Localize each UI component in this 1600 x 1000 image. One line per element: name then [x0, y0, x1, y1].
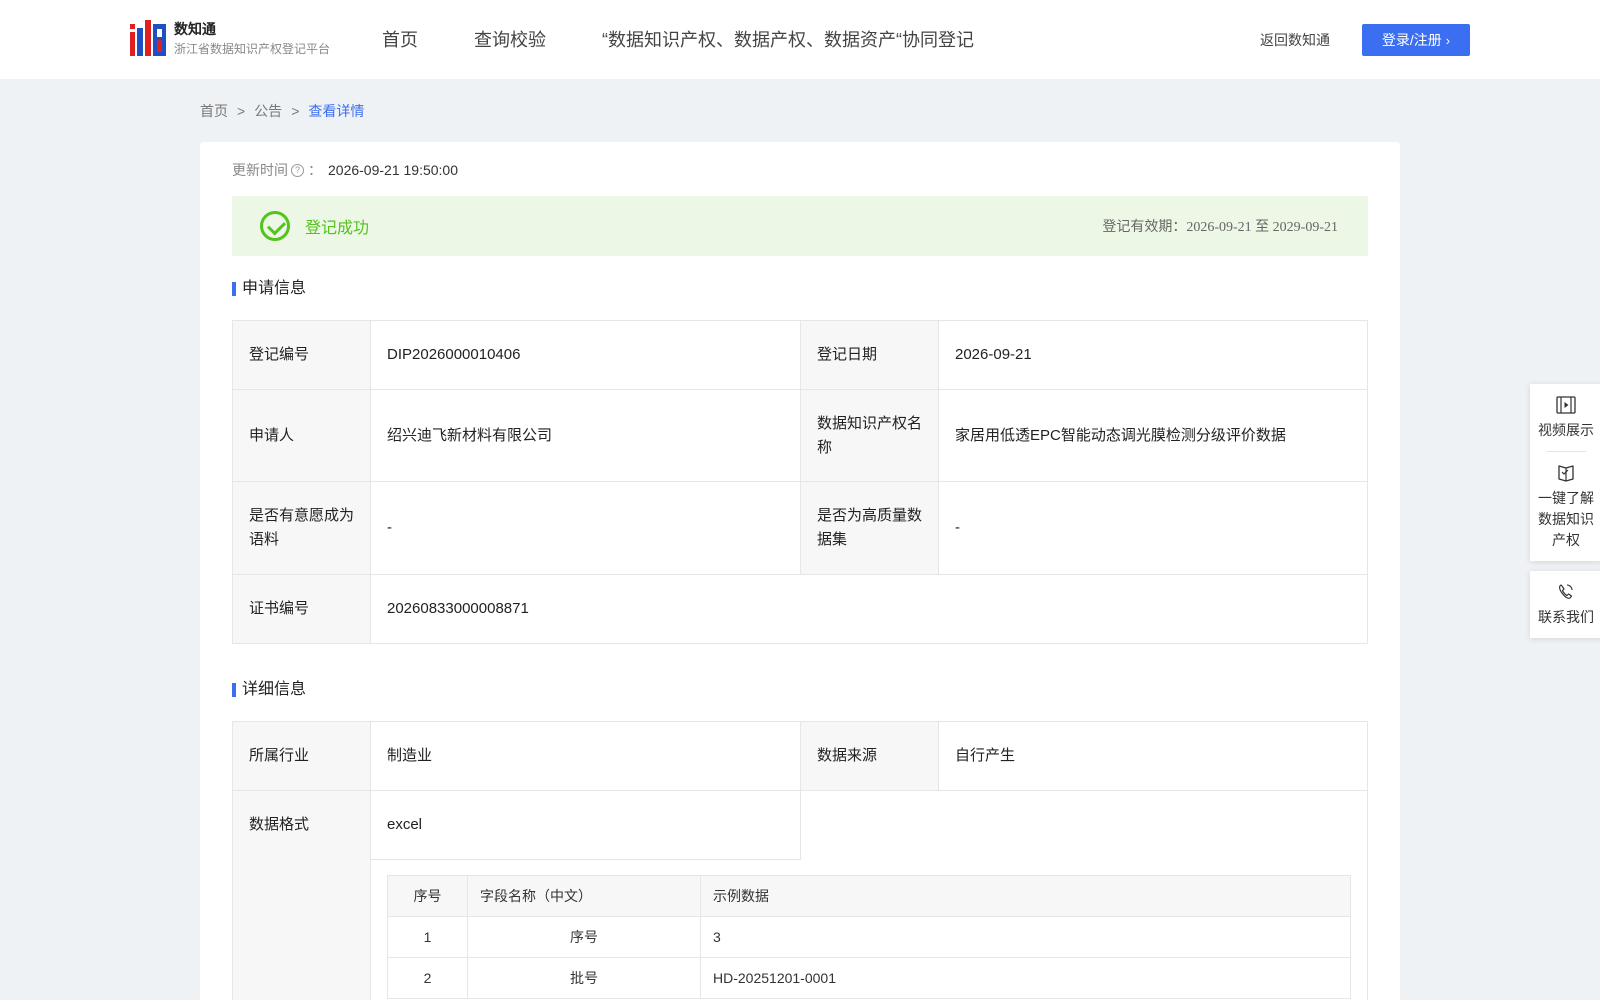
apply-info-title: 申请信息: [232, 278, 306, 300]
high-quality-value: -: [938, 481, 1368, 575]
fields-section: 序号 字段名称（中文） 示例数据 1 序号 3 2 批号 HD-20251201…: [232, 859, 1368, 1000]
applicant-value: 绍兴迪飞新材料有限公司: [370, 389, 801, 482]
cert-no-label: 证书编号: [232, 574, 371, 644]
login-register-button[interactable]: 登录/注册 ›: [1362, 24, 1470, 56]
cell-sample: 3: [700, 916, 1351, 958]
video-display-button[interactable]: 视频展示: [1530, 384, 1600, 451]
reg-date-value: 2026-09-21: [938, 320, 1368, 390]
table-row: 1 序号 3: [387, 916, 1351, 958]
question-icon[interactable]: ?: [291, 163, 304, 177]
empty-cell: [800, 790, 1368, 860]
book-icon: [1558, 465, 1574, 482]
contact-us-label: 联系我们: [1538, 609, 1594, 625]
reg-no-label: 登记编号: [232, 320, 371, 390]
col-header-sample: 示例数据: [700, 875, 1351, 917]
fields-label-cell: [232, 859, 371, 1000]
update-time-row: 更新时间 ? ： 2026-09-21 19:50:00: [232, 160, 458, 180]
data-source-value: 自行产生: [938, 721, 1368, 791]
table-row: 是否有意愿成为语料 - 是否为高质量数据集 -: [232, 481, 1368, 575]
validity-period: 登记有效期：2026-09-21 至 2029-09-21: [1102, 220, 1338, 235]
nav-home[interactable]: 首页: [382, 26, 418, 54]
learn-ip-label: 一键了解数据知识产权: [1538, 490, 1594, 548]
col-header-field-name: 字段名称（中文）: [467, 875, 701, 917]
corpus-label: 是否有意愿成为语料: [232, 481, 371, 575]
breadcrumb-separator: >: [237, 103, 246, 119]
reg-date-label: 登记日期: [800, 320, 939, 390]
logo-icon: [130, 20, 166, 58]
ip-name-label: 数据知识产权名称: [800, 389, 939, 482]
detail-card: 更新时间 ? ： 2026-09-21 19:50:00 登记成功 登记有效期：…: [200, 142, 1400, 1000]
high-quality-label: 是否为高质量数据集: [800, 481, 939, 575]
detail-info-title: 详细信息: [232, 679, 306, 701]
breadcrumb-separator: >: [291, 103, 300, 119]
top-header: 数知通 浙江省数据知识产权登记平台 首页 查询校验 “数据知识产权、数据产权、数…: [0, 0, 1600, 79]
check-circle-icon: [260, 211, 290, 241]
breadcrumb: 首页 > 公告 > 查看详情: [200, 101, 364, 121]
float-group-main: 视频展示 一键了解数据知识产权: [1530, 384, 1600, 561]
status-banner: 登记成功 登记有效期：2026-09-21 至 2029-09-21: [232, 196, 1368, 256]
float-group-contact: 联系我们: [1530, 571, 1600, 638]
contact-us-button[interactable]: 联系我们: [1530, 571, 1600, 638]
phone-icon: [1559, 584, 1573, 599]
fields-header-row: 序号 字段名称（中文） 示例数据: [387, 875, 1351, 917]
data-format-value: excel: [370, 790, 801, 860]
cell-index: 1: [387, 916, 468, 958]
ip-name-value: 家居用低透EPC智能动态调光膜检测分级评价数据: [938, 389, 1368, 482]
breadcrumb-current: 查看详情: [308, 103, 365, 119]
table-row: 2 批号 HD-20251201-0001: [387, 957, 1351, 999]
industry-value: 制造业: [370, 721, 801, 791]
industry-label: 所属行业: [232, 721, 371, 791]
breadcrumb-home[interactable]: 首页: [200, 101, 228, 121]
nav-joint-registration[interactable]: “数据知识产权、数据产权、数据资产“协同登记: [602, 26, 974, 54]
table-row: 数据格式 excel: [232, 790, 1368, 860]
data-source-label: 数据来源: [800, 721, 939, 791]
learn-ip-button[interactable]: 一键了解数据知识产权: [1530, 452, 1600, 561]
video-display-label: 视频展示: [1538, 422, 1594, 438]
cell-index: 2: [387, 957, 468, 999]
col-header-index: 序号: [387, 875, 468, 917]
table-row: 申请人 绍兴迪飞新材料有限公司 数据知识产权名称 家居用低透EPC智能动态调光膜…: [232, 389, 1368, 482]
table-row: 登记编号 DIP2026000010406 登记日期 2026-09-21: [232, 320, 1368, 390]
apply-info-table: 登记编号 DIP2026000010406 登记日期 2026-09-21 申请…: [232, 320, 1368, 644]
table-row: 所属行业 制造业 数据来源 自行产生: [232, 721, 1368, 791]
cell-field-name: 序号: [467, 916, 701, 958]
corpus-value: -: [370, 481, 801, 575]
cell-field-name: 批号: [467, 957, 701, 999]
detail-info-table: 所属行业 制造业 数据来源 自行产生 数据格式 excel: [232, 721, 1368, 860]
data-format-label: 数据格式: [232, 790, 371, 860]
cert-no-value: 20260833000008871: [370, 574, 1368, 644]
fields-table: 序号 字段名称（中文） 示例数据 1 序号 3 2 批号 HD-20251201…: [387, 875, 1351, 999]
update-time-value: 2026-09-21 19:50:00: [328, 162, 458, 178]
site-logo[interactable]: 数知通 浙江省数据知识产权登记平台: [130, 20, 330, 58]
main-nav: 首页 查询校验 “数据知识产权、数据产权、数据资产“协同登记: [382, 26, 1030, 54]
reg-no-value: DIP2026000010406: [370, 320, 801, 390]
floating-side-panel: 视频展示 一键了解数据知识产权 联系我们: [1530, 384, 1600, 648]
breadcrumb-notice[interactable]: 公告: [254, 101, 282, 121]
cell-sample: HD-20251201-0001: [700, 957, 1351, 999]
logo-subtitle: 浙江省数据知识产权登记平台: [174, 42, 331, 56]
login-label: 登录/注册: [1381, 32, 1442, 48]
nav-query[interactable]: 查询校验: [474, 26, 546, 54]
update-time-colon: ：: [308, 162, 322, 178]
status-text: 登记成功: [305, 220, 370, 237]
chevron-right-icon: ›: [1445, 32, 1451, 48]
update-time-label: 更新时间: [232, 162, 288, 178]
back-to-portal-link[interactable]: 返回数知通: [1260, 30, 1330, 50]
logo-name: 数知通: [174, 21, 216, 37]
video-icon: [1556, 396, 1576, 414]
applicant-label: 申请人: [232, 389, 371, 482]
table-row: 证书编号 20260833000008871: [232, 574, 1368, 644]
